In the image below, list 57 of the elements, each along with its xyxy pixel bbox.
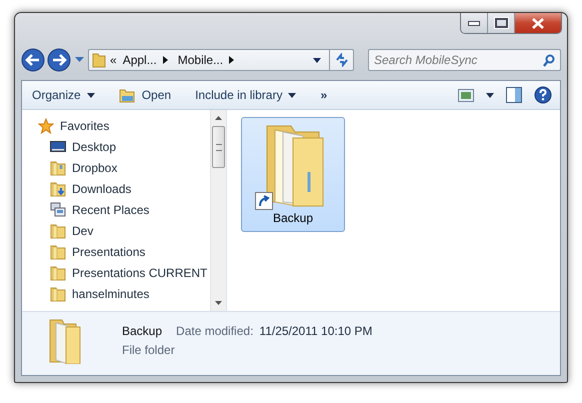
caret-icon bbox=[288, 92, 296, 98]
sidebar-item[interactable]: Recent Places bbox=[38, 199, 210, 220]
chevron-icon bbox=[229, 56, 234, 64]
scrollbar[interactable] bbox=[210, 110, 226, 311]
pane-icon bbox=[506, 87, 522, 103]
help-button[interactable] bbox=[534, 86, 552, 104]
folder-icon bbox=[92, 52, 106, 68]
close-icon bbox=[531, 18, 545, 28]
folder-icon bbox=[50, 244, 66, 260]
picture-frame-icon bbox=[458, 88, 474, 102]
sidebar-item[interactable]: Downloads bbox=[38, 178, 210, 199]
help-icon bbox=[534, 86, 552, 104]
favorites-header[interactable]: Favorites bbox=[38, 115, 210, 136]
menu-button[interactable]: Include in library bbox=[195, 88, 296, 102]
menu-button[interactable]: Organize bbox=[32, 88, 95, 102]
breadcrumb-item[interactable]: Mobile... bbox=[178, 53, 224, 67]
sidebar-item[interactable]: Presentations bbox=[38, 241, 210, 262]
dropdown-icon[interactable] bbox=[486, 92, 494, 98]
more-button[interactable]: » bbox=[320, 88, 328, 102]
breadcrumb-item[interactable]: Appl... bbox=[122, 53, 157, 67]
caret-icon bbox=[86, 92, 95, 98]
forward-button[interactable] bbox=[47, 48, 71, 72]
computer-icon bbox=[50, 202, 66, 218]
sidebar-item[interactable]: Desktop bbox=[38, 136, 210, 157]
scroll-down-icon[interactable] bbox=[215, 301, 222, 305]
folder-icon bbox=[50, 222, 66, 238]
search-field[interactable]: Search MobileSync bbox=[368, 49, 561, 71]
folder-icon bbox=[50, 264, 66, 280]
date-label: Date modified: bbox=[176, 324, 254, 338]
folder-download-icon bbox=[50, 180, 66, 196]
folder-icon bbox=[50, 160, 66, 176]
folder-icon bbox=[118, 87, 136, 103]
sidebar-item[interactable]: hanselminutes bbox=[38, 283, 210, 304]
preview-pane-button[interactable] bbox=[506, 87, 522, 103]
chevron-icon bbox=[162, 56, 168, 64]
maximize-button[interactable] bbox=[488, 13, 515, 33]
refresh-icon bbox=[334, 53, 348, 67]
breadcrumb-overflow[interactable]: « bbox=[110, 53, 117, 67]
folder-icon bbox=[50, 286, 66, 302]
open-button[interactable]: Open bbox=[118, 87, 172, 103]
dropdown-icon[interactable] bbox=[313, 58, 321, 62]
star-icon bbox=[38, 118, 54, 134]
sidebar-item[interactable]: Dev bbox=[38, 220, 210, 241]
view-button[interactable] bbox=[458, 88, 474, 102]
file-type: File folder bbox=[122, 343, 176, 357]
sidebar-item[interactable]: Presentations CURRENT bbox=[38, 262, 210, 283]
date-value: 11/25/2011 10:10 PM bbox=[259, 324, 372, 338]
scroll-up-icon[interactable] bbox=[215, 116, 222, 120]
close-button[interactable] bbox=[515, 13, 561, 33]
sidebar-item[interactable]: Dropbox bbox=[38, 157, 210, 178]
address-bar[interactable]: « Appl... Mobile... bbox=[88, 49, 354, 71]
monitor-icon bbox=[50, 138, 66, 154]
file-name: Backup bbox=[122, 324, 162, 338]
minimize-button[interactable] bbox=[461, 13, 488, 33]
search-icon bbox=[543, 54, 555, 67]
folder-tile[interactable]: Backup bbox=[241, 117, 345, 232]
back-button[interactable] bbox=[21, 48, 45, 72]
